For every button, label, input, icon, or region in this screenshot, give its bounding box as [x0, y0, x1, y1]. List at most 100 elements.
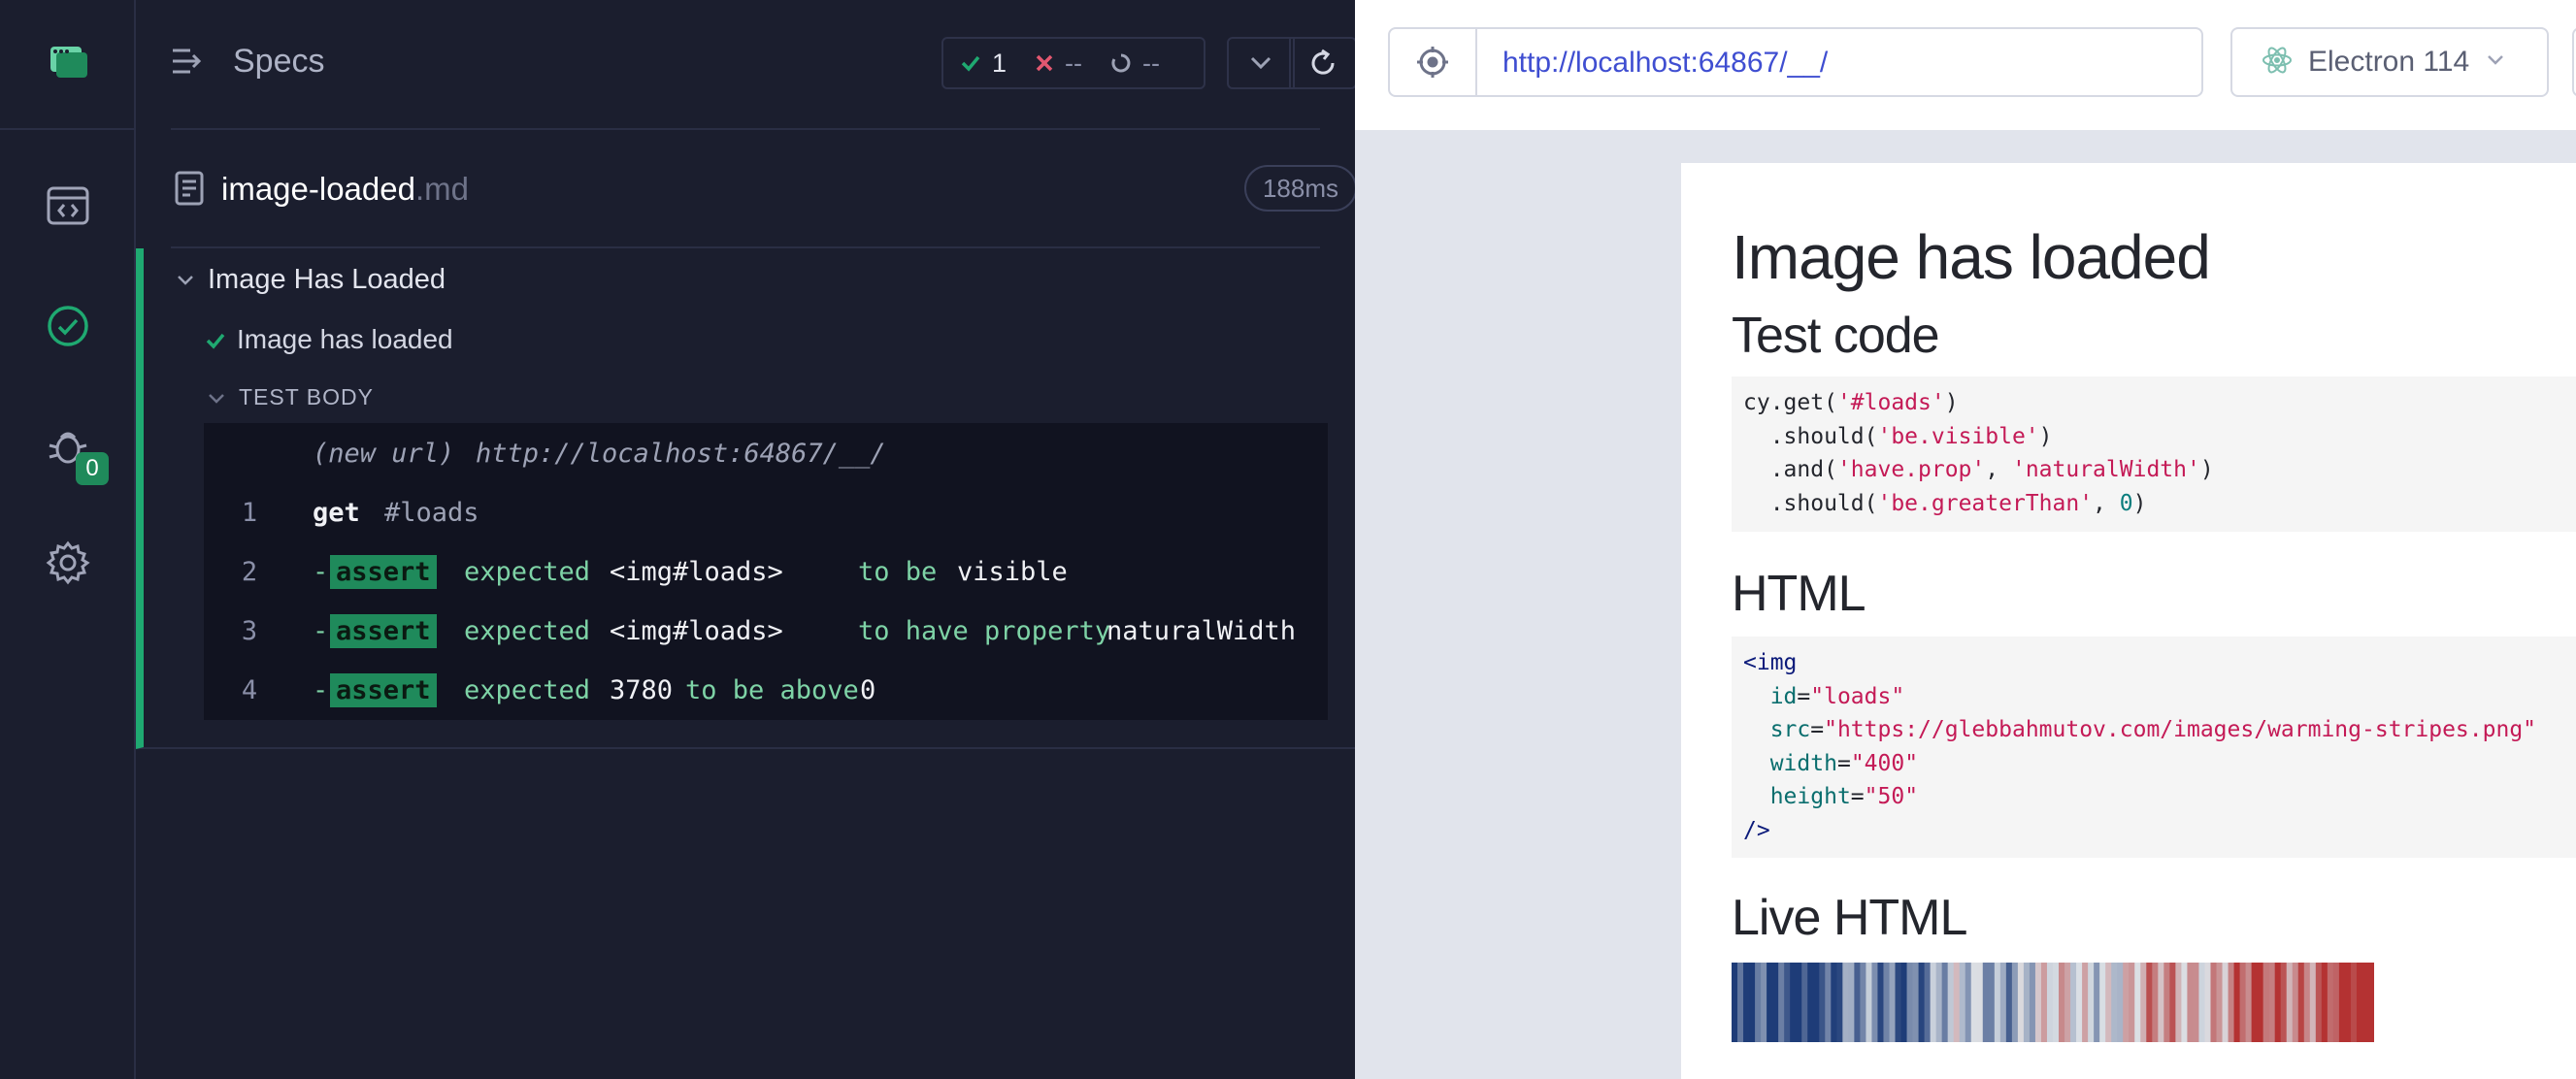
stripe: [2193, 963, 2200, 1042]
passed-stat: 1: [961, 49, 1007, 79]
stripe: [2040, 963, 2048, 1042]
stripe: [1807, 963, 1814, 1042]
reporter-panel: Specs 1 -- -- image-loaded.md 188ms Imag…: [136, 0, 1363, 1079]
stripe: [2274, 963, 2282, 1042]
stripe: [1877, 963, 1885, 1042]
stripe: [1871, 963, 1879, 1042]
stripe: [2152, 963, 2159, 1042]
runs-icon[interactable]: [41, 299, 95, 353]
stripe: [2210, 963, 2218, 1042]
test-code-heading: Test code: [1732, 308, 1940, 364]
stripe: [1912, 963, 1920, 1042]
stripe: [2321, 963, 2328, 1042]
stripe: [2105, 963, 2112, 1042]
stripe: [2216, 963, 2224, 1042]
stripe: [2158, 963, 2164, 1042]
stripe: [2338, 963, 2346, 1042]
viewport-button[interactable]: [2572, 27, 2576, 97]
stripe: [1743, 963, 1750, 1042]
stripe: [1825, 963, 1832, 1042]
crosshair-icon: [1417, 47, 1448, 78]
stripe: [2129, 963, 2135, 1042]
stripe: [1732, 963, 1738, 1042]
aut-url[interactable]: http://localhost:64867/__/: [1503, 47, 1828, 80]
stripe: [2297, 963, 2305, 1042]
stripe: [2367, 963, 2374, 1042]
stripe: [2280, 963, 2288, 1042]
stripe: [2262, 963, 2270, 1042]
test-body-label[interactable]: TEST BODY: [239, 384, 374, 410]
collapse-all-button[interactable]: [1227, 37, 1295, 89]
stripe: [1860, 963, 1867, 1042]
x-icon: [1036, 54, 1053, 72]
stripe: [1906, 963, 1914, 1042]
suite-title[interactable]: Image Has Loaded: [208, 264, 446, 296]
stripe: [2233, 963, 2241, 1042]
pending-icon: [1111, 53, 1131, 73]
stripe: [1883, 963, 1891, 1042]
stripe: [2046, 963, 2054, 1042]
stripe: [2011, 963, 2019, 1042]
test-code-block: cy.get('#loads') .should('be.visible') .…: [1732, 376, 2576, 532]
command-row[interactable]: 1 get #loads: [204, 484, 1328, 540]
chevron-down-icon: [2487, 53, 2504, 71]
stripe: [1947, 963, 1955, 1042]
stripe: [2356, 963, 2363, 1042]
html-heading: HTML: [1732, 566, 1866, 622]
stripe: [1941, 963, 1949, 1042]
test-title[interactable]: Image has loaded: [237, 324, 453, 355]
stripe: [1842, 963, 1849, 1042]
toggle-specs-list-icon[interactable]: [171, 47, 204, 81]
cypress-logo-icon[interactable]: [41, 35, 95, 89]
stripe: [2181, 963, 2189, 1042]
stripe: [1994, 963, 2001, 1042]
stripe: [1778, 963, 1785, 1042]
stripe: [2117, 963, 2124, 1042]
stripe: [2361, 963, 2369, 1042]
stripe: [1900, 963, 1908, 1042]
debug-count-badge: 0: [76, 452, 109, 485]
test-stats: 1 -- --: [941, 37, 1205, 89]
rerun-button[interactable]: [1289, 37, 1357, 89]
stripe: [2187, 963, 2195, 1042]
stripe: [1918, 963, 1926, 1042]
stripe: [1959, 963, 1966, 1042]
stripe: [2268, 963, 2276, 1042]
stripe: [2053, 963, 2060, 1042]
stripe: [1801, 963, 1808, 1042]
stripe: [1982, 963, 1990, 1042]
stripe: [2094, 963, 2100, 1042]
stripe: [2303, 963, 2311, 1042]
spec-file-row[interactable]: image-loaded.md 188ms: [171, 128, 1357, 248]
reporter-header: Specs 1 -- --: [171, 0, 1357, 130]
selector-playground-button[interactable]: [1390, 29, 1477, 95]
stripe: [2099, 963, 2106, 1042]
specs-title[interactable]: Specs: [233, 43, 325, 81]
aut-toolbar: http://localhost:64867/__/ Electron 114: [1355, 0, 2576, 130]
stripe: [1965, 963, 1972, 1042]
stripe: [1767, 963, 1773, 1042]
refresh-icon: [1311, 49, 1335, 75]
stripe: [1836, 963, 1843, 1042]
stripe: [2005, 963, 2013, 1042]
stripe: [1848, 963, 1855, 1042]
suite-block: Image Has Loaded Image has loaded TEST B…: [136, 248, 1363, 749]
stripe: [2017, 963, 2025, 1042]
specs-icon[interactable]: [41, 179, 95, 233]
stripe: [1935, 963, 1943, 1042]
stripe: [1953, 963, 1961, 1042]
stripe: [1976, 963, 1984, 1042]
check-icon: [961, 55, 980, 72]
chevron-down-icon[interactable]: [208, 392, 225, 409]
stripe: [2175, 963, 2182, 1042]
stripe: [2251, 963, 2259, 1042]
settings-icon[interactable]: [41, 536, 95, 590]
stripe: [2286, 963, 2294, 1042]
aut-page: Image has loaded Test code cy.get('#load…: [1681, 163, 2576, 1079]
browser-selector[interactable]: Electron 114: [2230, 27, 2549, 97]
stripe: [1737, 963, 1744, 1042]
stripe: [2315, 963, 2323, 1042]
chevron-down-icon[interactable]: [177, 274, 194, 291]
warming-stripes-image: [1732, 963, 2374, 1042]
pending-stat: --: [1111, 49, 1160, 79]
